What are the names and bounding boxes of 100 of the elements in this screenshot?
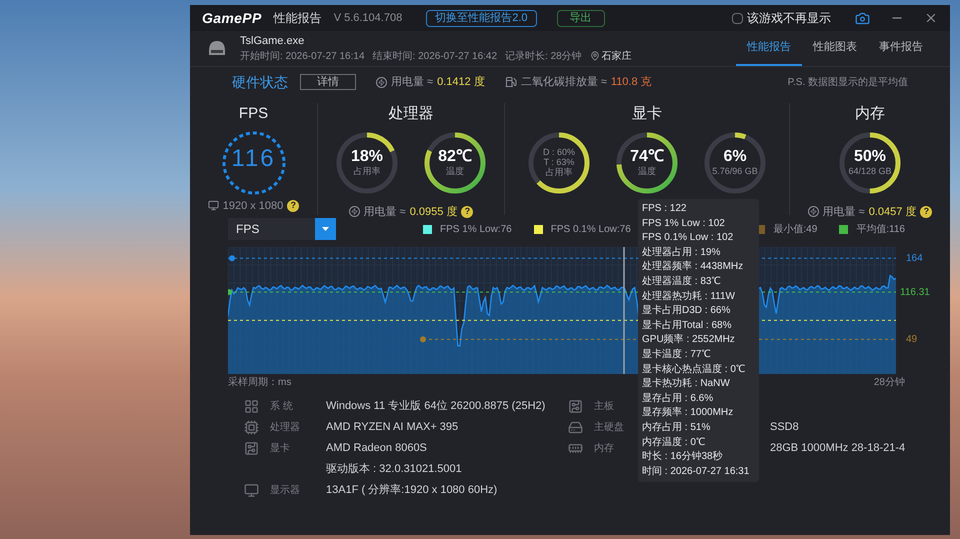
tooltip-line: 处理器频率 : 4438MHz <box>642 260 744 274</box>
help-badge[interactable]: ? <box>920 206 932 218</box>
legend-label: FPS 0.1% Low:76 <box>550 222 631 236</box>
metric-select[interactable]: FPS <box>228 218 336 240</box>
tooltip-line: 显存占用 : 6.6% <box>642 392 714 406</box>
power-value: 0.0457 度 <box>868 204 916 220</box>
tooltip-line: FPS 0.1% Low : 102 <box>642 231 734 246</box>
gauge-ring <box>702 130 768 196</box>
gauge-subvalue: D : 60% <box>542 147 575 157</box>
info-value: SSD8 <box>770 420 799 436</box>
end-time: 结束时间: 2026-07-27 16:42 <box>372 50 498 64</box>
gauge-subvalue: T : 63% <box>544 157 574 167</box>
duration: 记录时长: 28分钟 <box>505 50 582 64</box>
info-value: Windows 11 专业版 64位 26200.8875 (25H2) <box>326 399 546 414</box>
tooltip-line: 内存温度 : 0℃ <box>642 436 706 450</box>
power-label: 用电量 ≈ <box>822 204 865 220</box>
power-icon <box>348 206 360 218</box>
gauge-ring <box>422 130 488 196</box>
tooltip-line: GPU频率 : 2552MHz <box>642 333 736 348</box>
gauge-value: 50% <box>854 148 886 166</box>
gauge-label: 5.76/96 GB <box>712 166 758 177</box>
gauge-value: 18% <box>350 148 384 166</box>
info-label: 主硬盘 <box>594 420 625 435</box>
info-label: 显卡 <box>270 442 291 456</box>
gauge-label: 64/128 GB <box>848 166 892 177</box>
info-value: AMD Radeon 8060S <box>326 441 427 456</box>
memory-icon <box>568 441 583 456</box>
tooltip-line: 显卡热功耗 : NaNW <box>642 377 731 392</box>
x-axis-end-label: 28分钟 <box>874 376 905 390</box>
legend-label: 平均值:116 <box>856 222 905 236</box>
average-line-label: 116.31 <box>900 286 930 300</box>
details-button[interactable]: 详情 <box>300 74 356 90</box>
tooltip-line: FPS 1% Low : 102 <box>642 216 726 231</box>
legend-label: 最小值:49 <box>773 222 818 236</box>
tooltip-line: 内存占用 : 51% <box>642 420 712 435</box>
legend-label: FPS 1% Low:76 <box>440 222 512 236</box>
checkbox[interactable] <box>732 12 743 24</box>
help-badge[interactable]: ? <box>287 200 300 212</box>
info-label: 主板 <box>594 400 615 414</box>
panel-title: FPS <box>238 104 268 124</box>
camera-icon[interactable] <box>855 10 870 26</box>
power-value: 0.1412 度 <box>437 74 485 90</box>
grid-icon <box>244 399 259 414</box>
tooltip-line: 显卡占用Total : 68% <box>642 318 732 333</box>
gauge-ring <box>614 130 680 196</box>
app-logo: GamePP <box>202 8 262 28</box>
x-axis-start-label: 采样周期：ms <box>228 376 292 390</box>
power-icon <box>808 206 819 218</box>
tooltip-line: 显卡核心热点温度 : 0℃ <box>642 362 746 377</box>
info-value: AMD RYZEN AI MAX+ 395 <box>326 420 458 436</box>
tooltip-line: 时间 : 2026-07-27 16:31 <box>642 464 750 479</box>
info-label: 显示器 <box>270 484 301 498</box>
gauge-value: 82℃ <box>438 148 472 166</box>
gauge-label: 占用率 <box>546 167 572 178</box>
info-label: 处理器 <box>270 420 301 435</box>
power-value: 0.0955 度 <box>410 204 458 220</box>
gauge-label: 占用率 <box>354 166 380 177</box>
window-title: 性能报告 <box>274 10 322 27</box>
power-label: 用电量 ≈ <box>364 204 406 220</box>
select-value: FPS <box>235 221 260 238</box>
panel-title: 内存 <box>855 104 885 124</box>
close-icon[interactable] <box>924 11 938 25</box>
tooltip-line: 时长 : 16分钟38秒 <box>642 450 724 464</box>
export-button[interactable]: 导出 <box>556 10 604 26</box>
info-label: 系 统 <box>270 400 294 414</box>
dropdown-button[interactable] <box>315 218 336 240</box>
location-pin-icon <box>590 51 600 61</box>
start-time: 开始时间: 2026-07-27 16:14 <box>240 50 365 64</box>
panel-title: 显卡 <box>632 104 662 124</box>
info-value: 驱动版本 : 32.0.31021.5001 <box>326 462 462 478</box>
power-icon <box>376 76 387 88</box>
tooltip-line: 处理器温度 : 83℃ <box>642 274 722 289</box>
version-label: V 5.6.104.708 <box>334 10 402 26</box>
dont-show-label: 该游戏不再显示 <box>747 10 831 27</box>
report-tab[interactable]: 性能报告 <box>736 31 802 66</box>
caret-icon <box>322 227 329 231</box>
co2-label: 二氧化碳排放量 ≈ <box>520 74 607 90</box>
switch-report-button[interactable]: 切换至性能报告2.0 <box>426 10 536 26</box>
gauge-label: 温度 <box>638 166 656 177</box>
gauge-ring <box>526 130 592 196</box>
fps-value: 116 <box>231 144 276 174</box>
location: 石家庄 <box>602 50 632 64</box>
power-label: 用电量 ≈ <box>391 74 434 90</box>
gauge-value: 6% <box>723 148 747 166</box>
report-tab[interactable]: 事件报告 <box>868 31 934 66</box>
tooltip-line: 显卡温度 : 77℃ <box>642 348 712 362</box>
help-badge[interactable]: ? <box>461 206 474 218</box>
gauge-value: 74℃ <box>630 148 664 166</box>
average-note: P.S. 数据图显示的是平均值 <box>788 76 908 90</box>
gauge-ring <box>334 130 400 196</box>
tooltip-line: 处理器热功耗 : 111W <box>642 290 736 304</box>
co2-value: 110.8 克 <box>610 74 652 90</box>
gauge-ring <box>837 130 903 196</box>
tooltip-line: 显存频率 : 1000MHz <box>642 406 734 420</box>
fps-ring <box>220 130 286 196</box>
panel-title: 处理器 <box>388 104 434 124</box>
info-label: 内存 <box>594 442 615 456</box>
monitor-icon <box>244 483 259 498</box>
min-line-label: 49 <box>906 333 918 348</box>
report-tab[interactable]: 性能图表 <box>802 31 868 66</box>
